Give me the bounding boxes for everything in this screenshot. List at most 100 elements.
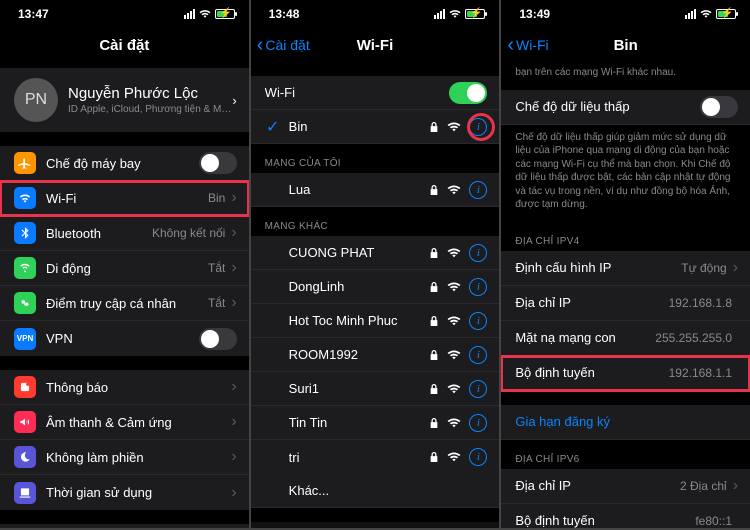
wifi-detail-content[interactable]: bạn trên các mạng Wi-Fi khác nhau. Chế đ… (501, 62, 750, 528)
info-icon[interactable]: i (469, 278, 487, 296)
wifi-toggle[interactable] (449, 82, 487, 104)
apple-id-cell[interactable]: PN Nguyễn Phước Lộc ID Apple, iCloud, Ph… (0, 68, 249, 132)
other-networks-header: MẠNG KHÁC (251, 207, 500, 236)
network-row[interactable]: ROOM1992 i (251, 338, 500, 372)
ipv6-header: ĐỊA CHỈ IPV6 (501, 440, 750, 469)
ipv6-router-cell: Bộ định tuyến fe80::1 (501, 504, 750, 529)
info-icon[interactable]: i (469, 414, 487, 432)
chevron-left-icon: ‹ (257, 35, 264, 55)
chevron-right-icon: › (231, 413, 236, 431)
general-cell[interactable]: Cài đặt chung › (0, 524, 249, 528)
back-button[interactable]: ‹Wi-Fi (507, 28, 548, 62)
notifications-label: Thông báo (46, 380, 231, 395)
router-value: 192.168.1.1 (669, 366, 732, 380)
ipv6-address-cell[interactable]: Địa chỉ IP 2 Địa chỉ › (501, 469, 750, 504)
network-row[interactable]: CUONG PHATi (251, 236, 500, 270)
avatar: PN (14, 78, 58, 122)
settings-screen: 13:47 ⚡ Cài đặt PN Nguyễn Phước Lộc ID A… (0, 0, 249, 528)
cellular-label: Di động (46, 261, 208, 276)
nav-bar: Cài đặt (0, 28, 249, 62)
low-data-note: Chế độ dữ liệu thấp giúp giảm mức sử dụn… (501, 125, 750, 222)
vpn-cell[interactable]: VPN VPN (0, 321, 249, 356)
wifi-icon (14, 187, 36, 209)
ipv6-address-label: Địa chỉ IP (515, 478, 680, 493)
battery-icon: ⚡ (716, 9, 736, 19)
status-bar: 13:48 ⚡ (251, 0, 500, 28)
wifi-content[interactable]: Wi-Fi ✓ Bin i MẠNG CỦA TÔI Lua i MẠNG KH… (251, 62, 500, 528)
low-data-cell[interactable]: Chế độ dữ liệu thấp (501, 90, 750, 125)
notifications-icon (14, 376, 36, 398)
info-icon[interactable]: i (469, 312, 487, 330)
sounds-cell[interactable]: Âm thanh & Cảm ứng › (0, 405, 249, 440)
airplane-label: Chế độ máy bay (46, 156, 199, 171)
info-icon[interactable]: i (469, 181, 487, 199)
airplane-mode-cell[interactable]: Chế độ máy bay (0, 146, 249, 181)
network-row[interactable]: DongLinhi (251, 270, 500, 304)
cellular-value: Tắt (208, 261, 225, 275)
ask-to-join-cell[interactable]: Hỏi để kết nối mạng (251, 522, 500, 528)
other-network-row[interactable]: Khác... (251, 474, 500, 508)
chevron-right-icon: › (231, 189, 236, 207)
checkmark-icon: ✓ (265, 117, 281, 137)
low-data-toggle[interactable] (700, 96, 738, 118)
info-icon[interactable]: i (469, 448, 487, 466)
wifi-signal-icon (447, 451, 461, 463)
settings-content[interactable]: PN Nguyễn Phước Lộc ID Apple, iCloud, Ph… (0, 62, 249, 528)
configure-ip-cell[interactable]: Định cấu hình IP Tự động › (501, 251, 750, 286)
screentime-cell[interactable]: Thời gian sử dụng › (0, 475, 249, 510)
lock-icon (429, 315, 439, 327)
ipv6-router-label: Bộ định tuyến (515, 513, 695, 528)
chevron-right-icon: › (231, 378, 236, 396)
top-note: bạn trên các mạng Wi-Fi khác nhau. (501, 62, 750, 90)
vpn-toggle[interactable] (199, 328, 237, 350)
network-name: ROOM1992 (289, 347, 424, 362)
ipv6-router-value: fe80::1 (695, 514, 732, 528)
chevron-right-icon: › (231, 484, 236, 502)
network-row[interactable]: Tin Tin i (251, 406, 500, 440)
info-icon[interactable]: i (469, 118, 487, 136)
battery-icon: ⚡ (465, 9, 485, 19)
info-icon[interactable]: i (469, 244, 487, 262)
lock-icon (429, 247, 439, 259)
network-row[interactable]: Suri1i (251, 372, 500, 406)
back-label: Cài đặt (265, 37, 309, 53)
chevron-right-icon: › (231, 224, 236, 242)
chevron-right-icon: › (231, 259, 236, 277)
renew-lease-cell[interactable]: Gia hạn đăng ký (501, 405, 750, 440)
network-row[interactable]: trii (251, 440, 500, 474)
network-row[interactable]: Lua i (251, 173, 500, 207)
wifi-icon (449, 9, 461, 19)
sounds-label: Âm thanh & Cảm ứng (46, 415, 231, 430)
bluetooth-value: Không kết nối (152, 226, 225, 240)
dnd-cell[interactable]: Không làm phiền › (0, 440, 249, 475)
wifi-signal-icon (447, 383, 461, 395)
nav-bar: ‹Cài đặt Wi-Fi (251, 28, 500, 62)
ip-address-cell: Địa chỉ IP 192.168.1.8 (501, 286, 750, 321)
wifi-list-screen: 13:48 ⚡ ‹Cài đặt Wi-Fi Wi-Fi ✓ Bin i MẠN… (251, 0, 500, 528)
sounds-icon (14, 411, 36, 433)
info-icon[interactable]: i (469, 346, 487, 364)
wifi-master-toggle-cell[interactable]: Wi-Fi (251, 76, 500, 110)
notifications-cell[interactable]: Thông báo › (0, 370, 249, 405)
wifi-signal-icon (447, 315, 461, 327)
ipv6-address-value: 2 Địa chỉ (680, 479, 727, 493)
network-row[interactable]: Hot Toc Minh Phuci (251, 304, 500, 338)
wifi-cell[interactable]: Wi-Fi Bin › (0, 181, 249, 216)
chevron-right-icon: › (232, 93, 236, 108)
wifi-signal-icon (447, 281, 461, 293)
hotspot-cell[interactable]: Điểm truy cập cá nhân Tắt › (0, 286, 249, 321)
connected-network-cell[interactable]: ✓ Bin i (251, 110, 500, 144)
wifi-value: Bin (208, 191, 225, 205)
connected-network-name: Bin (289, 119, 424, 134)
status-time: 13:48 (269, 7, 300, 21)
page-title: Bin (614, 37, 638, 54)
lock-icon (429, 184, 439, 196)
subnet-mask-value: 255.255.255.0 (655, 331, 732, 345)
airplane-toggle[interactable] (199, 152, 237, 174)
bluetooth-cell[interactable]: Bluetooth Không kết nối › (0, 216, 249, 251)
cellular-cell[interactable]: Di động Tắt › (0, 251, 249, 286)
back-button[interactable]: ‹Cài đặt (257, 28, 310, 62)
dnd-label: Không làm phiền (46, 450, 231, 465)
info-icon[interactable]: i (469, 380, 487, 398)
network-name: Tin Tin (289, 415, 424, 430)
